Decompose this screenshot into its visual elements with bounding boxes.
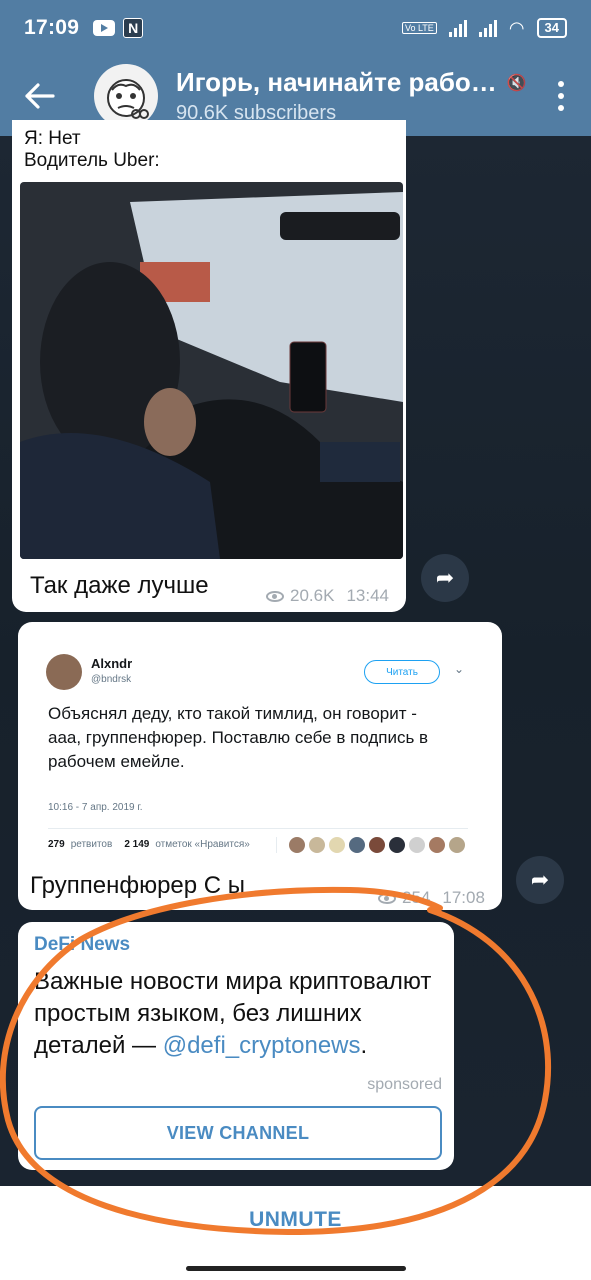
youtube-notification-icon bbox=[93, 20, 116, 36]
tweet-handle: @bndrsk bbox=[91, 674, 132, 685]
tweet-stats: 279 ретвитов 2 149 отметок «Нравится» bbox=[48, 828, 468, 860]
app-notification-icon: N bbox=[123, 18, 144, 38]
message-time: 17:08 bbox=[442, 888, 485, 907]
wifi-icon: ◠ bbox=[508, 17, 525, 38]
sponsor-channel-name[interactable]: DeFi News bbox=[34, 934, 130, 956]
view-channel-button[interactable]: VIEW CHANNEL bbox=[34, 1106, 442, 1160]
channel-info[interactable]: Игорь, начинайте рабо… 🔇 90.6K subscribe… bbox=[176, 67, 531, 125]
message-line: Водитель Uber: bbox=[24, 150, 160, 171]
message-caption: Так даже лучше bbox=[30, 572, 209, 599]
status-bar: 17:09 N Vo LTE ◠ 34 bbox=[0, 0, 591, 56]
sponsored-label: sponsored bbox=[367, 1076, 442, 1093]
status-time: 17:09 bbox=[24, 16, 80, 39]
retweet-label: ретвитов bbox=[70, 839, 113, 850]
more-options-icon[interactable] bbox=[531, 56, 591, 136]
message-caption: Группенфюрер С ы bbox=[30, 872, 246, 899]
channel-title: Игорь, начинайте рабо… bbox=[176, 67, 497, 97]
sponsored-link[interactable]: @defi_cryptonews bbox=[163, 1032, 361, 1059]
signal-icon bbox=[448, 19, 467, 37]
signal-2-icon bbox=[478, 19, 497, 37]
battery-icon: 34 bbox=[536, 18, 567, 38]
like-label: отметок «Нравится» bbox=[155, 839, 250, 850]
message-photo[interactable] bbox=[20, 182, 403, 559]
tweet-author: Alxndr bbox=[91, 656, 133, 671]
view-count: 20.6K bbox=[290, 586, 335, 605]
view-count: 254 bbox=[402, 888, 431, 907]
message-line: Я: Нет bbox=[24, 128, 81, 149]
message-bubble[interactable]: Alxndr @bndrsk Читать ⌄ Объяснял деду, к… bbox=[18, 622, 502, 910]
message-meta: 254 17:08 bbox=[378, 888, 485, 908]
views-icon bbox=[378, 892, 396, 904]
muted-icon: 🔇 bbox=[506, 74, 527, 92]
message-meta: 20.6K 13:44 bbox=[266, 586, 389, 606]
tweet-text: Объяснял деду, кто такой тимлид, он гово… bbox=[48, 704, 429, 771]
sponsored-text: Важные новости мира криптовалют простым … bbox=[34, 966, 434, 1062]
tweet-avatar bbox=[46, 654, 82, 690]
share-icon[interactable]: ➦ bbox=[516, 856, 564, 904]
chevron-down-icon: ⌄ bbox=[454, 662, 465, 676]
tweet-follow-button: Читать bbox=[364, 660, 440, 684]
message-bubble[interactable]: Я: Нет Водитель Uber: Так даже лучше 20.… bbox=[12, 120, 406, 612]
share-icon[interactable]: ➦ bbox=[421, 554, 469, 602]
tweet-date: 10:16 - 7 апр. 2019 г. bbox=[48, 802, 143, 813]
sponsored-text-end: . bbox=[360, 1032, 368, 1059]
views-icon bbox=[266, 590, 284, 602]
unmute-button[interactable]: UNMUTE bbox=[249, 1208, 342, 1232]
like-count: 2 149 bbox=[124, 839, 150, 850]
message-text: Я: Нет Водитель Uber: bbox=[24, 128, 160, 172]
sponsored-message[interactable]: DeFi News Важные новости мира криптовалю… bbox=[18, 922, 454, 1170]
retweet-count: 279 bbox=[48, 839, 65, 850]
volte-icon: Vo LTE bbox=[401, 22, 437, 34]
message-time: 13:44 bbox=[346, 586, 389, 605]
channel-avatar[interactable] bbox=[94, 64, 158, 128]
likers-avatars bbox=[275, 836, 465, 853]
tweet-screenshot[interactable]: Alxndr @bndrsk Читать ⌄ Объяснял деду, к… bbox=[26, 630, 494, 870]
gesture-nav-bar[interactable] bbox=[186, 1266, 406, 1271]
